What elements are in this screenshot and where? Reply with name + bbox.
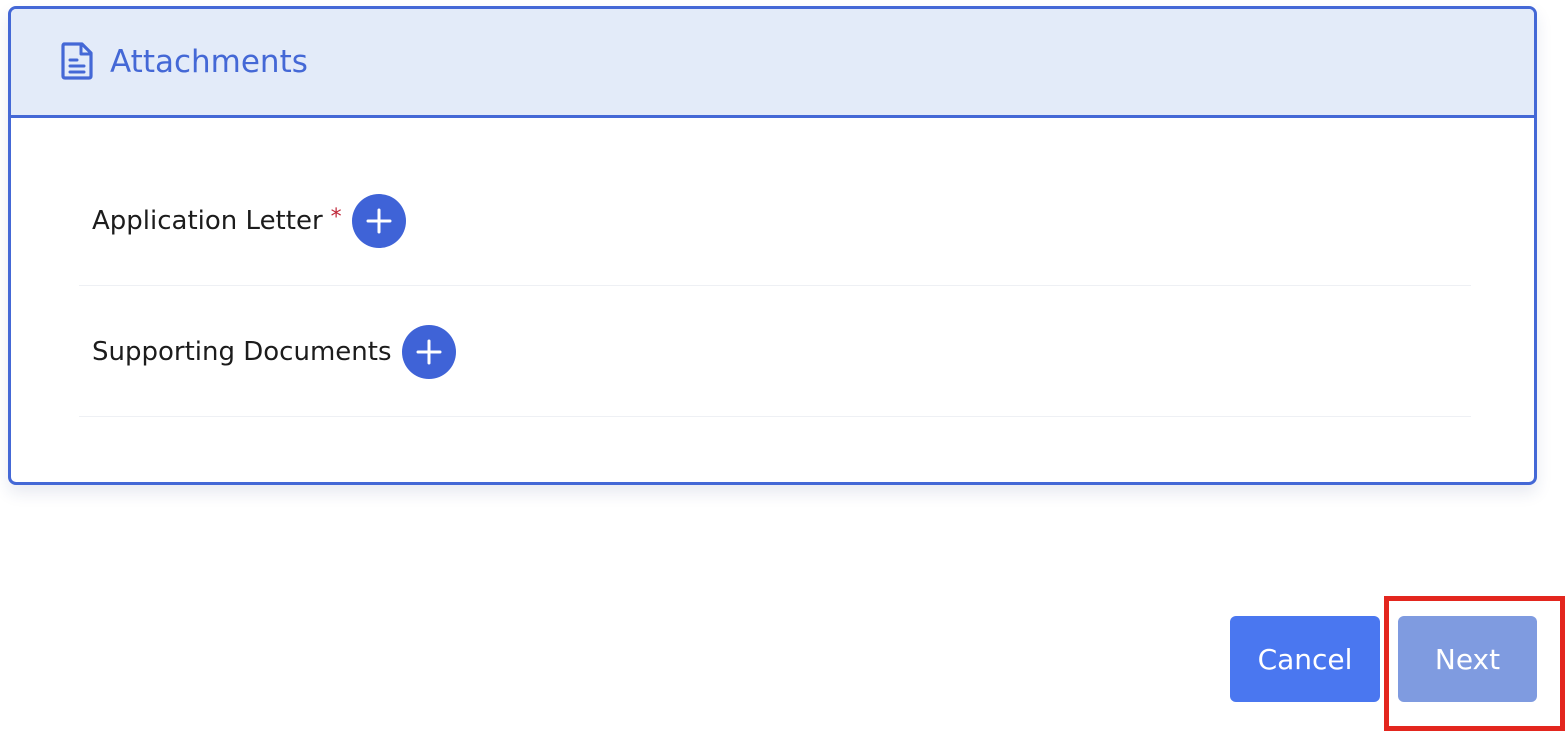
attachment-label: Supporting Documents bbox=[92, 337, 392, 367]
attachment-label: Application Letter bbox=[92, 206, 323, 236]
required-indicator: * bbox=[330, 204, 342, 230]
attachment-row-supporting-documents: Supporting Documents bbox=[79, 286, 1471, 417]
plus-icon bbox=[416, 339, 441, 365]
add-application-letter-button[interactable] bbox=[351, 194, 406, 248]
cancel-button[interactable]: Cancel bbox=[1230, 616, 1380, 702]
document-icon bbox=[61, 42, 93, 80]
plus-icon bbox=[366, 208, 392, 234]
attachments-card: Attachments Application Letter * Support… bbox=[8, 6, 1537, 485]
section-title: Attachments bbox=[110, 44, 308, 80]
card-header: Attachments bbox=[11, 9, 1534, 118]
add-supporting-documents-button[interactable] bbox=[401, 325, 456, 379]
attachment-row-application-letter: Application Letter * bbox=[79, 155, 1471, 286]
next-button[interactable]: Next bbox=[1398, 616, 1537, 702]
